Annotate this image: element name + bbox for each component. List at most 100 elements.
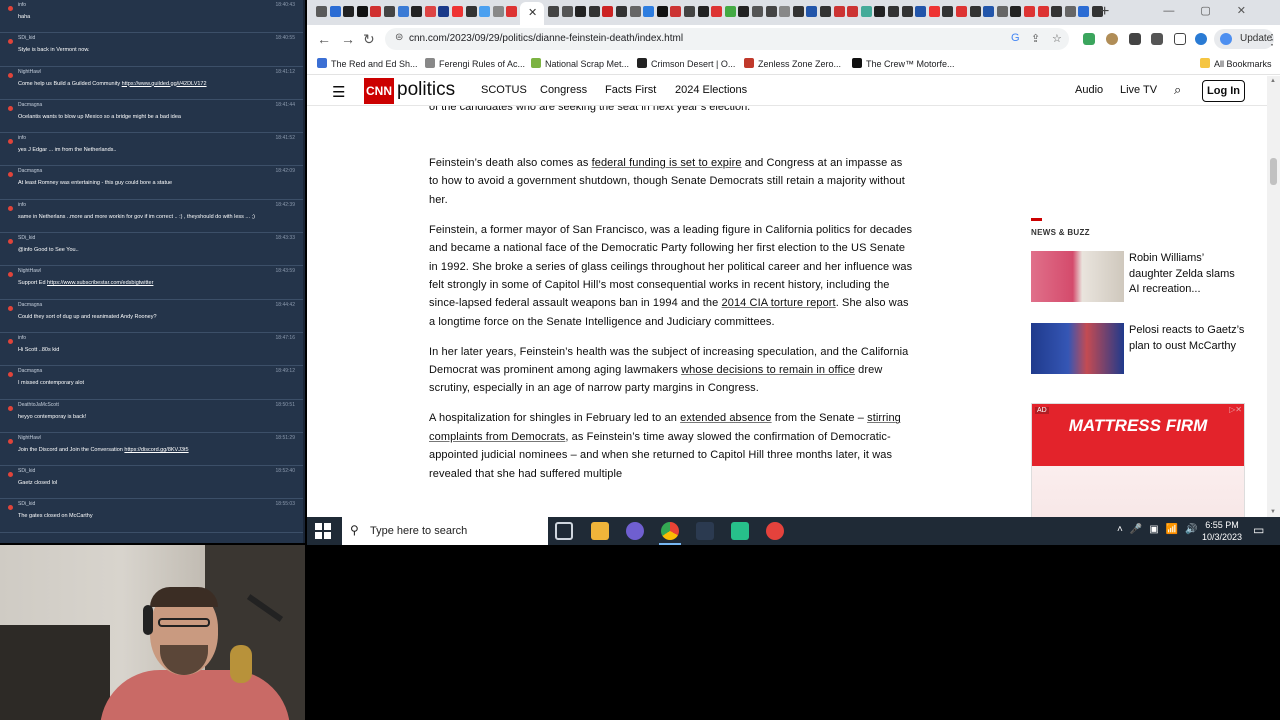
tab-favicon[interactable] (1023, 5, 1036, 19)
extension-drive-icon[interactable] (1083, 33, 1095, 45)
forward-icon[interactable]: → (341, 31, 355, 47)
nav-2024-elections[interactable]: 2024 Elections (675, 84, 747, 96)
taskbar-clock[interactable]: 6:55 PM 10/3/2023 (1202, 519, 1242, 543)
tab-favicon[interactable] (697, 5, 710, 19)
tab-favicon[interactable] (505, 5, 518, 19)
tab-favicon[interactable] (737, 5, 750, 19)
tab-favicon[interactable] (588, 5, 601, 19)
bookmark-item[interactable]: Ferengi Rules of Ac... (425, 58, 525, 69)
profile-icon[interactable] (1195, 33, 1207, 45)
tab-favicon[interactable] (887, 5, 900, 19)
address-text[interactable]: cnn.com/2023/09/29/politics/dianne-feins… (409, 33, 683, 44)
tab-favicon[interactable] (996, 5, 1009, 19)
reading-list-icon[interactable] (1151, 33, 1163, 45)
nav-live-tv[interactable]: Live TV (1120, 84, 1157, 96)
notification-icon[interactable]: ▭ (1253, 523, 1264, 537)
tab-favicon[interactable] (819, 5, 832, 19)
google-icon[interactable]: G (1011, 32, 1020, 44)
tab-favicon[interactable] (1009, 5, 1022, 19)
tab-favicon[interactable] (437, 5, 450, 19)
tab-favicon[interactable] (833, 5, 846, 19)
tab-favicon[interactable] (315, 5, 328, 19)
tab-favicon[interactable] (955, 5, 968, 19)
lock-icon[interactable]: ⊜ (395, 32, 403, 43)
app-icon[interactable] (766, 522, 784, 540)
ad-brand[interactable]: MATTRESS FIRM (1032, 417, 1244, 434)
nav-facts-first[interactable]: Facts First (605, 84, 656, 96)
news-card[interactable]: Robin Williams’ daughter Zelda slams AI … (1031, 246, 1246, 316)
browser-menu-icon[interactable]: ⋮ (1265, 31, 1279, 48)
tab-favicon[interactable] (982, 5, 995, 19)
extensions-puzzle-icon[interactable] (1129, 33, 1141, 45)
tab-favicon[interactable] (369, 5, 382, 19)
tab-favicon[interactable] (465, 5, 478, 19)
scrollbar-thumb[interactable] (1270, 158, 1277, 185)
page-scrollbar[interactable]: ▲ ▼ (1267, 76, 1280, 517)
nav-scotus[interactable]: SCOTUS (481, 84, 527, 96)
tab-favicon[interactable] (656, 5, 669, 19)
close-tab-icon[interactable]: ✕ (528, 6, 537, 19)
obs-icon[interactable] (696, 522, 714, 540)
ad-banner[interactable] (1032, 404, 1244, 466)
ad-close-icon[interactable]: ▷✕ (1229, 405, 1242, 414)
link-remain-in-office[interactable]: whose decisions to remain in office (681, 364, 855, 376)
tab-favicon[interactable] (941, 5, 954, 19)
tab-favicon[interactable] (397, 5, 410, 19)
scroll-down-icon[interactable]: ▼ (1270, 509, 1276, 515)
window-controls[interactable]: —▢✕ (1163, 4, 1272, 17)
tab-favicon[interactable] (383, 5, 396, 19)
tab-favicon[interactable] (683, 5, 696, 19)
tab-favicon[interactable] (615, 5, 628, 19)
tab-favicon[interactable] (873, 5, 886, 19)
bookmark-item[interactable]: The Crew™ Motorfe... (852, 58, 955, 69)
tab-favicon[interactable] (329, 5, 342, 19)
tab-favicon[interactable] (1064, 5, 1077, 19)
tab-favicon[interactable] (724, 5, 737, 19)
bookmark-item[interactable]: Zenless Zone Zero... (744, 58, 841, 69)
bookmark-item[interactable]: The Red and Ed Sh... (317, 58, 418, 69)
news-thumbnail[interactable] (1031, 323, 1124, 374)
news-title[interactable]: Pelosi reacts to Gaetz’s plan to oust Mc… (1129, 323, 1247, 354)
tab-favicon[interactable] (901, 5, 914, 19)
news-thumbnail[interactable] (1031, 251, 1124, 302)
tab-favicon[interactable] (846, 5, 859, 19)
chat-link[interactable]: https://www.subscribestar.com/edsbigtwit… (47, 280, 153, 286)
all-bookmarks[interactable]: All Bookmarks (1200, 58, 1272, 69)
tab-favicon[interactable] (629, 5, 642, 19)
section-title[interactable]: politics (397, 79, 455, 101)
ad-image[interactable] (1032, 466, 1244, 517)
task-view-icon[interactable] (555, 522, 573, 540)
tab-favicon[interactable] (342, 5, 355, 19)
reload-icon[interactable]: ↻ (363, 31, 375, 48)
windows-start-icon[interactable] (315, 523, 331, 539)
tab-favicon[interactable] (410, 5, 423, 19)
tab-favicon[interactable] (928, 5, 941, 19)
tab-favicon[interactable] (1050, 5, 1063, 19)
tab-favicon[interactable] (792, 5, 805, 19)
advertisement[interactable]: AD ▷✕ MATTRESS FIRM (1031, 403, 1245, 517)
menu-icon[interactable]: ☰ (332, 83, 345, 101)
tab-favicon[interactable] (669, 5, 682, 19)
cnn-logo[interactable]: CNN (364, 78, 394, 104)
tab-favicon[interactable] (778, 5, 791, 19)
tab-favicon[interactable] (1037, 5, 1050, 19)
tab-favicon[interactable] (478, 5, 491, 19)
tab-favicon[interactable] (547, 5, 560, 19)
tab-favicon[interactable] (969, 5, 982, 19)
file-explorer-icon[interactable] (591, 522, 609, 540)
tab-favicon[interactable] (356, 5, 369, 19)
back-icon[interactable]: ← (317, 31, 331, 47)
bookmark-item[interactable]: National Scrap Met... (531, 58, 629, 69)
login-button[interactable]: Log In (1202, 80, 1245, 102)
tab-favicon[interactable] (574, 5, 587, 19)
system-tray[interactable]: ˄🎤▣📶🔊 (1117, 524, 1205, 535)
side-panel-icon[interactable] (1174, 33, 1186, 45)
chat-link[interactable]: https://discord.gg/8KVJ3t5 (124, 447, 188, 453)
tab-favicon[interactable] (492, 5, 505, 19)
new-tab-button[interactable]: + (1100, 3, 1109, 21)
address-bar[interactable]: ⊜ cnn.com/2023/09/29/politics/dianne-fei… (385, 28, 1069, 50)
star-icon[interactable]: ☆ (1052, 32, 1062, 45)
link-federal-funding[interactable]: federal funding is set to expire (592, 157, 742, 169)
tab-favicon[interactable] (561, 5, 574, 19)
extension-cookie-icon[interactable] (1106, 33, 1118, 45)
